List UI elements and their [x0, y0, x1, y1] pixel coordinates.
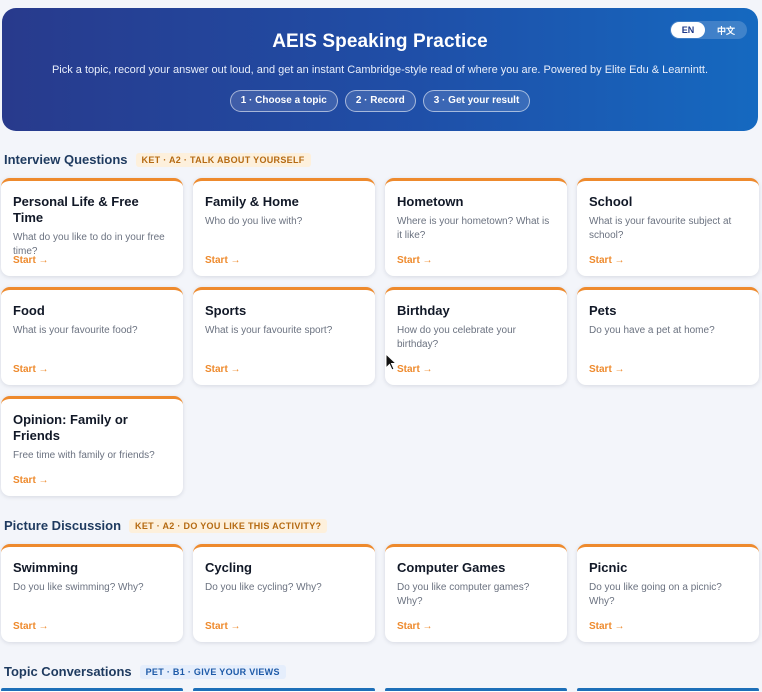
- card-title: Food: [13, 303, 45, 318]
- start-link[interactable]: Start →: [397, 621, 433, 632]
- section-interview-questions: Interview Questions KET · A2 · TALK ABOU…: [4, 152, 311, 167]
- card-title: Pets: [589, 303, 617, 318]
- section-title: Interview Questions: [4, 152, 128, 167]
- section-topic-conversations: Topic Conversations PET · B1 · GIVE YOUR…: [4, 664, 286, 679]
- topic-card-cycling[interactable]: Cycling Do you like cycling? Why? Start …: [193, 544, 375, 642]
- card-question: Where is your hometown? What is it like?: [397, 216, 550, 241]
- topic-card-partial[interactable]: [577, 688, 759, 692]
- card-question: Do you like swimming? Why?: [13, 582, 144, 593]
- lang-en-option[interactable]: EN: [671, 22, 705, 38]
- card-title: Sports: [205, 303, 247, 318]
- topic-card-partial[interactable]: [1, 688, 183, 692]
- start-link[interactable]: Start →: [205, 621, 241, 632]
- card-question: What is your favourite subject at school…: [589, 216, 732, 241]
- steps-row: 1 · Choose a topic 2 · Record 3 · Get yo…: [2, 90, 758, 112]
- card-question: What is your favourite food?: [13, 325, 138, 336]
- card-question: Do you like cycling? Why?: [205, 582, 322, 593]
- step-choose-topic: 1 · Choose a topic: [229, 90, 338, 112]
- page-title: AEIS Speaking Practice: [272, 31, 488, 52]
- start-link[interactable]: Start →: [13, 255, 49, 266]
- start-link[interactable]: Start →: [397, 255, 433, 266]
- topic-card-food[interactable]: Food What is your favourite food? Start …: [1, 287, 183, 385]
- topic-card-hometown[interactable]: Hometown Where is your hometown? What is…: [385, 178, 567, 276]
- mouse-cursor-icon: [385, 353, 397, 371]
- card-title: Hometown: [397, 194, 464, 209]
- level-tag: KET · A2 · DO YOU LIKE THIS ACTIVITY?: [129, 518, 328, 533]
- topic-card-partial[interactable]: [385, 688, 567, 692]
- section-picture-discussion: Picture Discussion KET · A2 · DO YOU LIK…: [4, 518, 328, 533]
- topic-card-partial[interactable]: [193, 688, 375, 692]
- topic-card-personal-life[interactable]: Personal Life & Free Time What do you li…: [1, 178, 183, 276]
- level-tag: KET · A2 · TALK ABOUT YOURSELF: [135, 152, 311, 167]
- start-link[interactable]: Start →: [589, 364, 625, 375]
- topic-card-picnic[interactable]: Picnic Do you like going on a picnic? Wh…: [577, 544, 759, 642]
- start-link[interactable]: Start →: [589, 255, 625, 266]
- topic-card-pets[interactable]: Pets Do you have a pet at home? Start →: [577, 287, 759, 385]
- card-question: What is your favourite sport?: [205, 325, 333, 336]
- start-link[interactable]: Start →: [205, 364, 241, 375]
- card-title: Swimming: [13, 560, 79, 575]
- card-question: Do you like computer games? Why?: [397, 582, 530, 607]
- step-get-result: 3 · Get your result: [422, 90, 531, 112]
- topic-card-school[interactable]: School What is your favourite subject at…: [577, 178, 759, 276]
- start-link[interactable]: Start →: [205, 255, 241, 266]
- card-question: Free time with family or friends?: [13, 450, 155, 461]
- hero-banner: EN 中文 AEIS Speaking Practice Pick a topi…: [2, 8, 758, 131]
- card-title: Birthday: [397, 303, 450, 318]
- language-toggle[interactable]: EN 中文: [670, 21, 747, 39]
- start-link[interactable]: Start →: [13, 621, 49, 632]
- card-question: Who do you live with?: [205, 216, 303, 227]
- topic-card-computer-games[interactable]: Computer Games Do you like computer game…: [385, 544, 567, 642]
- card-title: Family & Home: [205, 194, 299, 209]
- topic-card-sports[interactable]: Sports What is your favourite sport? Sta…: [193, 287, 375, 385]
- step-record: 2 · Record: [344, 90, 416, 112]
- page-subtitle: Pick a topic, record your answer out lou…: [51, 64, 709, 76]
- topic-card-birthday[interactable]: Birthday How do you celebrate your birth…: [385, 287, 567, 385]
- topic-card-family-home[interactable]: Family & Home Who do you live with? Star…: [193, 178, 375, 276]
- start-link[interactable]: Start →: [589, 621, 625, 632]
- section-title: Picture Discussion: [4, 518, 122, 533]
- section-title: Topic Conversations: [4, 664, 132, 679]
- start-link[interactable]: Start →: [13, 364, 49, 375]
- card-title: Cycling: [205, 560, 252, 575]
- level-tag: PET · B1 · GIVE YOUR VIEWS: [139, 664, 286, 679]
- card-title: School: [589, 194, 633, 209]
- topic-card-opinion-family-friends[interactable]: Opinion: Family or Friends Free time wit…: [1, 396, 183, 496]
- card-title: Picnic: [589, 560, 628, 575]
- card-question: Do you like going on a picnic? Why?: [589, 582, 722, 607]
- start-link[interactable]: Start →: [397, 364, 433, 375]
- start-link[interactable]: Start →: [13, 475, 49, 486]
- card-title: Personal Life & Free Time: [13, 194, 139, 225]
- lang-zh-option[interactable]: 中文: [705, 24, 747, 37]
- topic-card-swimming[interactable]: Swimming Do you like swimming? Why? Star…: [1, 544, 183, 642]
- card-question: How do you celebrate your birthday?: [397, 325, 516, 350]
- card-question: Do you have a pet at home?: [589, 325, 715, 336]
- card-title: Opinion: Family or Friends: [13, 412, 128, 443]
- card-title: Computer Games: [397, 560, 506, 575]
